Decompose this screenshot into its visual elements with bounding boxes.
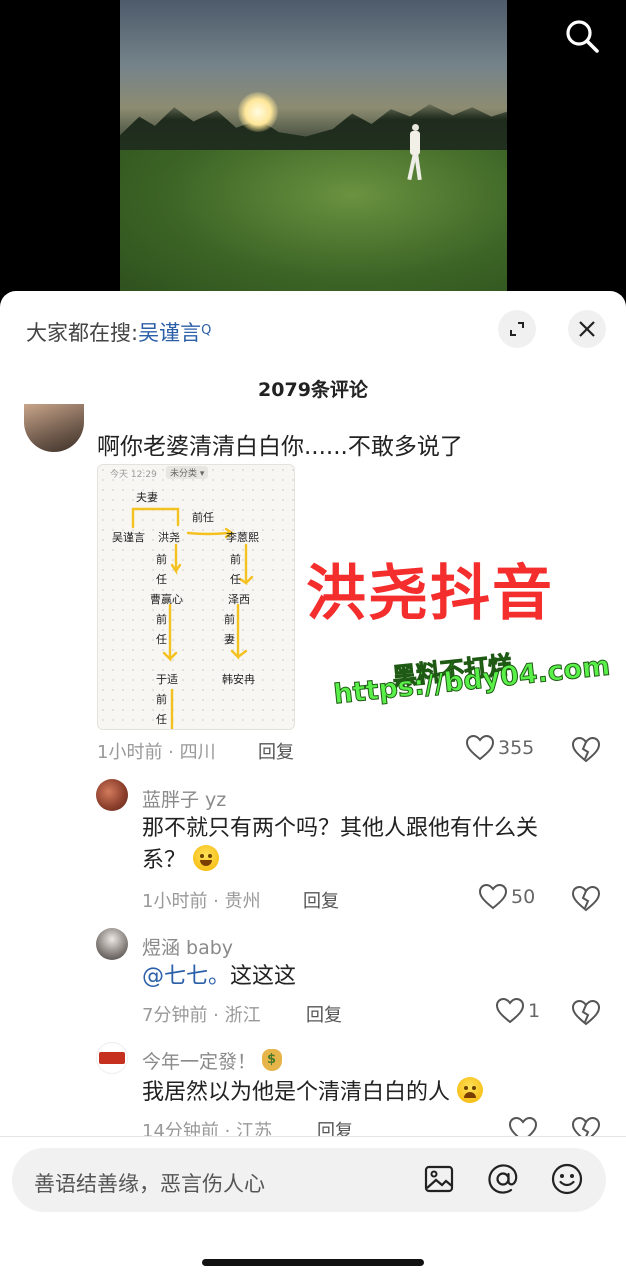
heart-icon xyxy=(479,884,507,910)
like-button[interactable]: 1 xyxy=(496,998,540,1024)
comment-text: 我居然以为他是个清清白白的人 xyxy=(142,1077,484,1109)
diagram-label: 泽西 xyxy=(228,593,250,606)
golfer-figure xyxy=(407,124,422,182)
username-text: 今年一定發！ xyxy=(142,1051,257,1073)
dislike-button[interactable] xyxy=(571,885,601,912)
reply-button[interactable]: 回复 xyxy=(303,887,339,913)
comment-text: 啊你老婆清清白白你......不敢多说了 xyxy=(97,434,463,460)
sun xyxy=(238,92,278,132)
diagram-label: 任 xyxy=(156,713,167,726)
comment-text: @七七。这这这 xyxy=(142,961,296,993)
diagram-label: 任 xyxy=(230,573,241,586)
mention-link[interactable]: @七七。 xyxy=(142,964,230,989)
like-button[interactable]: 355 xyxy=(466,735,534,761)
comment-input-placeholder: 善语结善缘，恶言伤人心 xyxy=(34,1172,265,1196)
like-button[interactable]: 50 xyxy=(479,884,535,910)
expand-button[interactable] xyxy=(498,310,536,348)
username[interactable]: 今年一定發！ xyxy=(142,1047,283,1074)
laughing-emoji-icon xyxy=(193,845,220,871)
note-header-chip: 未分类 ▾ xyxy=(166,466,209,479)
hot-search-bar[interactable]: 大家都在搜:吴谨言Q xyxy=(26,317,211,347)
dislike-button[interactable] xyxy=(571,736,601,763)
avatar[interactable] xyxy=(96,779,128,811)
diagram-label: 前 xyxy=(156,553,167,566)
diagram-label: 李蒽熙 xyxy=(226,531,259,544)
comment-text-line2: 系？ xyxy=(142,848,187,873)
search-icon[interactable] xyxy=(562,16,602,56)
hot-search-prefix: 大家都在搜: xyxy=(26,321,139,345)
diagram-label: 前 xyxy=(230,553,241,566)
comment-count-title: 2079条评论 xyxy=(258,379,368,401)
watermark-red: 洪尧抖音 xyxy=(306,559,554,629)
hot-search-keyword[interactable]: 吴谨言 xyxy=(138,321,201,345)
comments-panel: 大家都在搜:吴谨言Q 2079条评论 啊你老婆清清白白你......不敢多说了 … xyxy=(0,291,626,1280)
username[interactable]: 蓝胖子 yz xyxy=(142,785,226,812)
comment-text-body: 这这这 xyxy=(230,964,297,989)
diagram-label: 前 xyxy=(156,613,167,626)
diagram-label: 洪尧 xyxy=(158,531,180,544)
diagram-label: 任 xyxy=(156,633,167,646)
broken-heart-icon xyxy=(571,736,601,763)
broken-heart-icon xyxy=(571,885,601,912)
comment-meta: 1小时前 · 四川 xyxy=(97,742,216,763)
avatar[interactable] xyxy=(96,928,128,960)
avatar[interactable] xyxy=(96,1042,128,1074)
comment-meta: 7分钟前 · 浙江 xyxy=(142,1005,261,1026)
comment-text: 那不就只有两个吗？其他人跟他有什么关 系？ xyxy=(142,813,612,877)
heart-icon xyxy=(466,735,494,761)
video-frame[interactable] xyxy=(120,0,507,300)
diagram-label: 任 xyxy=(156,573,167,586)
avatar[interactable] xyxy=(24,404,84,452)
diagram-label: 夫妻 xyxy=(136,491,158,504)
at-icon[interactable] xyxy=(486,1162,520,1196)
emoji-icon[interactable] xyxy=(550,1162,584,1196)
diagram-label: 妻 xyxy=(224,633,235,646)
like-count: 1 xyxy=(528,1000,541,1022)
like-count: 355 xyxy=(498,737,535,759)
diagram-label: 前 xyxy=(224,613,235,626)
money-bag-icon xyxy=(262,1049,283,1071)
comment-input[interactable]: 善语结善缘，恶言伤人心 xyxy=(12,1148,606,1212)
hot-search-suffix: Q xyxy=(201,323,212,338)
diagram-label: 于适 xyxy=(156,673,178,686)
expand-icon xyxy=(510,322,524,336)
home-indicator[interactable] xyxy=(202,1259,424,1266)
diagram-label: 前 xyxy=(156,693,167,706)
broken-heart-icon xyxy=(571,999,601,1026)
close-button[interactable] xyxy=(568,310,606,348)
crying-emoji-icon xyxy=(457,1077,484,1103)
diagram-label: 前任 xyxy=(192,511,214,524)
heart-icon xyxy=(496,998,524,1024)
video-player[interactable] xyxy=(0,0,626,300)
diagram-label: 曹赢心 xyxy=(150,593,183,606)
close-icon xyxy=(579,321,595,337)
fairway xyxy=(120,150,507,300)
comment-text-body: 我居然以为他是个清清白白的人 xyxy=(142,1080,451,1105)
like-count: 50 xyxy=(511,886,536,908)
reply-button[interactable]: 回复 xyxy=(306,1001,342,1027)
dislike-button[interactable] xyxy=(571,999,601,1026)
comment-image[interactable]: 今天 12:29 未分类 ▾ 夫妻 前任 吴谨言 洪尧 李蒽熙 前 任 前 任 … xyxy=(97,464,295,730)
image-icon[interactable] xyxy=(422,1162,456,1196)
diagram-arrows xyxy=(131,507,254,729)
diagram-label: 韩安冉 xyxy=(222,673,255,686)
reply-button[interactable]: 回复 xyxy=(258,738,294,764)
comment-text-line1: 那不就只有两个吗？其他人跟他有什么关 xyxy=(142,816,539,841)
username[interactable]: 煜涵 baby xyxy=(142,933,233,960)
note-header-time: 今天 12:29 xyxy=(110,470,157,480)
diagram-label: 吴谨言 xyxy=(112,531,145,544)
comment-meta: 1小时前 · 贵州 xyxy=(142,891,261,912)
